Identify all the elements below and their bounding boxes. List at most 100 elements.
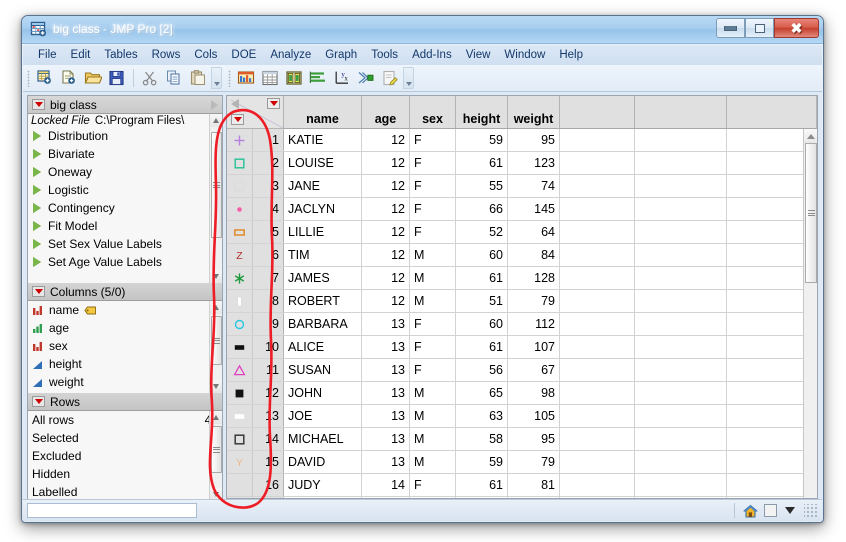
rows-scroll-up-icon[interactable]	[210, 411, 222, 424]
grid-scrollbar-thumb[interactable]	[805, 143, 817, 283]
row-marker-circle-outline-icon[interactable]	[227, 313, 253, 335]
cell-name[interactable]: SUSAN	[284, 359, 362, 381]
row-marker-letter-z-icon[interactable]: Z	[227, 244, 253, 266]
cell-sex[interactable]: F	[410, 198, 456, 220]
paste-icon[interactable]	[187, 67, 209, 89]
cell-height[interactable]: 61	[456, 336, 508, 358]
row-number[interactable]: 10	[253, 336, 284, 358]
datatable-panel-header[interactable]: big class	[28, 96, 222, 114]
column-header-empty-1[interactable]	[560, 96, 635, 128]
grid-vertical-scrollbar[interactable]	[803, 129, 817, 498]
panel-toggle-button[interactable]	[760, 502, 780, 520]
modeling-type-ordinal-icon[interactable]	[32, 323, 43, 334]
restore-button[interactable]	[745, 18, 774, 38]
cell-name[interactable]: JANE	[284, 175, 362, 197]
save-icon[interactable]	[106, 67, 128, 89]
cell-empty-2[interactable]	[635, 497, 727, 498]
columns-scroll-down-icon[interactable]	[210, 380, 222, 393]
cell-sex[interactable]: M	[410, 428, 456, 450]
cell-empty-1[interactable]	[560, 290, 635, 312]
cell-empty-1[interactable]	[560, 359, 635, 381]
row-number[interactable]: 12	[253, 382, 284, 404]
cell-sex[interactable]: F	[410, 336, 456, 358]
cell-name[interactable]: JOHN	[284, 382, 362, 404]
cell-height[interactable]: 63	[456, 405, 508, 427]
cell-weight[interactable]: 81	[508, 474, 560, 496]
column-header-empty-2[interactable]	[635, 96, 727, 128]
row-number[interactable]: 15	[253, 451, 284, 473]
datatable-menu-icon[interactable]	[32, 99, 45, 110]
column-item-age[interactable]: age	[28, 319, 222, 337]
row-marker-diamond-outline-icon[interactable]	[227, 497, 253, 498]
run-script-icon[interactable]	[33, 131, 41, 141]
chart-bar-icon[interactable]	[307, 67, 329, 89]
columns-panel-header[interactable]: Columns (5/0)	[28, 283, 222, 301]
minimize-button[interactable]	[716, 18, 745, 38]
cell-empty-2[interactable]	[635, 221, 727, 243]
run-script-icon[interactable]	[33, 257, 41, 267]
menu-item-window[interactable]: Window	[497, 47, 552, 63]
row-marker-square-outline-icon[interactable]	[227, 175, 253, 197]
rows-grid-menu-icon[interactable]	[231, 114, 244, 125]
menu-item-tables[interactable]: Tables	[97, 47, 144, 63]
row-number[interactable]: 16	[253, 474, 284, 496]
cell-empty-1[interactable]	[560, 267, 635, 289]
cell-weight[interactable]: 112	[508, 313, 560, 335]
cell-sex[interactable]: M	[410, 244, 456, 266]
cell-height[interactable]: 61	[456, 152, 508, 174]
row-marker-plus-icon[interactable]	[227, 129, 253, 151]
row-marker-triangle-outline-icon[interactable]	[227, 359, 253, 381]
cell-empty-1[interactable]	[560, 474, 635, 496]
cell-height[interactable]: 61	[456, 267, 508, 289]
cell-height[interactable]: 60	[456, 244, 508, 266]
column-item-weight[interactable]: weight	[28, 373, 222, 391]
menu-item-cols[interactable]: Cols	[187, 47, 224, 63]
rows-scrollbar[interactable]	[209, 411, 222, 501]
row-number[interactable]: 3	[253, 175, 284, 197]
new-data-table-icon[interactable]	[34, 67, 56, 89]
cell-sex[interactable]: M	[410, 405, 456, 427]
cell-height[interactable]: 60	[456, 313, 508, 335]
modeling-type-continuous-icon[interactable]	[32, 359, 43, 370]
menu-item-rows[interactable]: Rows	[145, 47, 188, 63]
columns-scroll-up-icon[interactable]	[210, 301, 222, 314]
script-item-logistic[interactable]: Logistic	[28, 181, 222, 199]
cell-sex[interactable]: F	[410, 175, 456, 197]
cell-height[interactable]: 51	[456, 290, 508, 312]
cell-height[interactable]: 56	[456, 359, 508, 381]
cell-empty-1[interactable]	[560, 244, 635, 266]
cell-empty-2[interactable]	[635, 129, 727, 151]
cell-name[interactable]: KATIE	[284, 129, 362, 151]
cell-weight[interactable]: 105	[508, 405, 560, 427]
cell-sex[interactable]: F	[410, 221, 456, 243]
column-header-age[interactable]: age	[362, 96, 410, 128]
cell-empty-2[interactable]	[635, 175, 727, 197]
row-number[interactable]: 4	[253, 198, 284, 220]
column-item-height[interactable]: height	[28, 355, 222, 373]
row-marker-dot-icon[interactable]	[227, 198, 253, 220]
cell-age[interactable]: 12	[362, 221, 410, 243]
script-item-set-sex-value-labels[interactable]: Set Sex Value Labels	[28, 235, 222, 253]
rows-stat-hidden[interactable]: Hidden0	[28, 465, 222, 483]
cell-empty-2[interactable]	[635, 336, 727, 358]
cell-name[interactable]: ELIZABETH	[284, 497, 362, 498]
cell-name[interactable]: ROBERT	[284, 290, 362, 312]
table-row[interactable]: 14 MICHAEL 13 M 58 95	[227, 428, 817, 451]
cell-empty-2[interactable]	[635, 313, 727, 335]
table-row[interactable]: 9 BARBARA 13 F 60 112	[227, 313, 817, 336]
script-item-distribution[interactable]: Distribution	[28, 127, 222, 145]
cell-weight[interactable]: 123	[508, 152, 560, 174]
cut-scissors-icon[interactable]	[139, 67, 161, 89]
cell-empty-1[interactable]	[560, 152, 635, 174]
modeling-type-nominal-icon[interactable]	[32, 305, 43, 316]
new-script-icon[interactable]	[58, 67, 80, 89]
row-number[interactable]: 7	[253, 267, 284, 289]
row-number[interactable]: 17	[253, 497, 284, 498]
row-number[interactable]: 6	[253, 244, 284, 266]
toolbar-overflow-button-2[interactable]	[403, 67, 414, 89]
row-number[interactable]: 5	[253, 221, 284, 243]
row-marker-rect-filled-icon[interactable]	[227, 336, 253, 358]
cell-weight[interactable]: 84	[508, 244, 560, 266]
cell-empty-1[interactable]	[560, 198, 635, 220]
cell-age[interactable]: 12	[362, 267, 410, 289]
